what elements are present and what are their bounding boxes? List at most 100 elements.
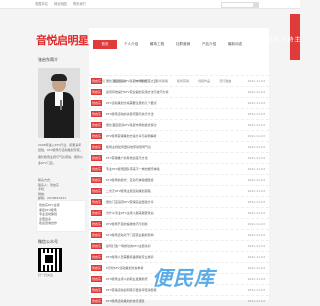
article-author-tag[interactable]: 张启东 [91, 287, 103, 293]
article-row[interactable]: 张启东 二次元KTV暖场主题活动策划思路 2021-11-03 [89, 185, 269, 196]
article-title[interactable]: 量化酒店培训KTV基层市场新模式探讨 [106, 123, 226, 127]
bookmark-link[interactable]: 收藏本站 [35, 1, 48, 6]
article-row[interactable]: 张启东 KTV暖场活动策划的常见误区 2021-11-03 [89, 295, 269, 306]
article-author-tag[interactable]: 张启东 [91, 254, 103, 260]
article-title[interactable]: KTV暖场活动的关键流程与执行方法 [106, 112, 226, 116]
article-date: 2021-11-03 [247, 288, 265, 292]
nav-home[interactable]: 首页 [93, 40, 117, 49]
article-author-tag[interactable]: 张启东 [91, 232, 103, 238]
article-author-tag[interactable]: 张启东 [91, 199, 103, 205]
nav-community[interactable]: 社群营销 [171, 40, 195, 49]
article-author-tag[interactable]: 张启东 [91, 243, 103, 249]
watermark: 便民库 [152, 266, 215, 290]
article-row[interactable]: 张启东 量化酒店培训KTV基层市场新模式探讨 2021-11-03 [89, 119, 269, 130]
article-author-tag[interactable]: 张启东 [91, 177, 103, 183]
article-title[interactable]: 为什么专业KTV主持人越来越受欢迎 [106, 211, 226, 215]
article-row[interactable]: 张启东 专业KTV暖场团队带来不一样的娱乐体验 2021-11-03 [89, 163, 269, 174]
bio-paragraph: 2008年进入KTV行业，积累多年经验，KTV暖场与活动策划专家。 [38, 143, 83, 153]
article-author-tag[interactable]: 张启东 [91, 265, 103, 271]
category-filters: 个人介绍 舞台表演 KTV暖场 暖场策略 暖场营销 视频作品 流行歌曲 [93, 67, 235, 83]
article-row[interactable]: 张启东 量化门店运营KTV营销实战经验分享 2021-11-03 [89, 196, 269, 207]
article-title[interactable]: KTV活动策划方案需要注意的几个要点 [106, 101, 226, 105]
article-row[interactable]: 张启东 如何有效提升KTV营业额的实用方法与技巧分析 2021-11-03 [89, 86, 269, 97]
article-date: 2021-11-03 [247, 123, 265, 127]
article-title[interactable]: KTV暖场活动对于门店营业额的影响 [106, 233, 226, 237]
article-row[interactable]: 张启东 KTV暖场营销策划方案分享与案例解析 2021-11-03 [89, 130, 269, 141]
article-date: 2021-11-03 [247, 79, 265, 83]
article-author-tag[interactable]: 张启东 [91, 276, 103, 282]
article-date: 2021-11-03 [247, 200, 265, 204]
site-logo[interactable]: 音悦启明星 [36, 32, 89, 48]
article-date: 2021-11-03 [247, 255, 265, 259]
article-row[interactable]: 张启东 量化酒店培训KTV基层市场的经营之道 2021-11-03 [89, 75, 269, 86]
article-title[interactable]: 专业KTV暖场团队带来不一样的娱乐体验 [106, 167, 226, 171]
article-date: 2021-11-03 [247, 101, 265, 105]
article-row[interactable]: 张启东 暖场主持如何更好地带动现场气氛 2021-11-03 [89, 141, 269, 152]
profile-photo [38, 68, 80, 138]
article-author-tag[interactable]: 张启东 [91, 89, 103, 95]
article-date: 2021-11-03 [247, 134, 265, 138]
search-input[interactable] [221, 2, 256, 8]
article-title[interactable]: 量化酒店培训KTV基层市场的经营之道 [106, 79, 226, 83]
article-title[interactable]: 暖场主持如何更好地带动现场气氛 [106, 145, 226, 149]
search-button[interactable] [253, 2, 259, 8]
article-date: 2021-11-03 [247, 145, 265, 149]
article-title[interactable]: 二次元KTV暖场主题活动策划思路 [106, 189, 226, 193]
article-author-tag[interactable]: 张启东 [91, 210, 103, 216]
article-author-tag[interactable]: 张启东 [91, 221, 103, 227]
qr-code [38, 248, 62, 272]
article-date: 2021-11-03 [247, 233, 265, 237]
article-author-tag[interactable]: 张启东 [91, 100, 103, 106]
article-row[interactable]: 张启东 KTV暖场活动对于门店营业额的影响 2021-11-03 [89, 229, 269, 240]
article-date: 2021-11-03 [247, 167, 265, 171]
article-author-tag[interactable]: 张启东 [91, 155, 103, 161]
article-author-tag[interactable]: 张启东 [91, 78, 103, 84]
article-title[interactable]: KTV暖场节目的编排技巧与创新 [106, 222, 226, 226]
article-date: 2021-11-03 [247, 156, 265, 160]
contact-info: 联系方式： 联系人：张启东 手机： 微信： 邮箱：2978450441 [38, 178, 84, 201]
article-row[interactable]: 张启东 KTV暖场新模式：互动与体验相结合 2021-11-03 [89, 174, 269, 185]
article-row[interactable]: 张启东 KTV活动策划方案需要注意的几个要点 2021-11-03 [89, 97, 269, 108]
article-date: 2021-11-03 [247, 266, 265, 270]
article-author-tag[interactable]: 张启东 [91, 144, 103, 150]
side-tag-char: 持 [286, 35, 293, 42]
main-nav: 首页 个人介绍 暖场工程 社群营销 产品介绍 最新动态 [89, 28, 269, 58]
article-row[interactable]: 张启东 KTV暖场活动的关键流程与执行方法 2021-11-03 [89, 108, 269, 119]
sitemap-link[interactable]: 网站地图 [54, 1, 67, 6]
nav-news[interactable]: 最新动态 [223, 40, 247, 49]
article-row[interactable]: 张启东 KTV暖场人员需要具备哪些专业素养 2021-11-03 [89, 251, 269, 262]
profile-heading: 张启东简介 [38, 57, 58, 62]
article-author-tag[interactable]: 张启东 [91, 188, 103, 194]
article-title[interactable]: 如何有效提升KTV营业额的实用方法与技巧分析 [106, 90, 226, 94]
article-author-tag[interactable]: 张启东 [91, 166, 103, 172]
nav-about[interactable]: 个人介绍 [119, 40, 143, 49]
promo-box: 张启东KTV主持 承接KTV暖场 专业活动策划 全国巡演 欢迎咨询合作 [36, 200, 86, 232]
article-row[interactable]: 张启东 如何打造一场成功的KTV主题派对 2021-11-03 [89, 240, 269, 251]
nav-warmup[interactable]: 暖场工程 [145, 40, 169, 49]
article-date: 2021-11-03 [247, 222, 265, 226]
article-author-tag[interactable]: 张启东 [91, 111, 103, 117]
article-title[interactable]: KTV暖场营销策划方案分享与案例解析 [106, 134, 226, 138]
article-title[interactable]: 如何打造一场成功的KTV主题派对 [106, 244, 226, 248]
article-row[interactable]: 张启东 为什么专业KTV主持人越来越受欢迎 2021-11-03 [89, 207, 269, 218]
article-title[interactable]: KTV暖场人员需要具备哪些专业素养 [106, 255, 226, 259]
contact-link[interactable]: 联系我们 [73, 1, 86, 6]
nav-products[interactable]: 产品介绍 [197, 40, 221, 49]
article-date: 2021-11-03 [247, 277, 265, 281]
article-row[interactable]: 张启东 KTV暖场节目的编排技巧与创新 2021-11-03 [89, 218, 269, 229]
article-title[interactable]: KTV营销推广的有效途径与方法 [106, 156, 226, 160]
side-tag-char: 主 [293, 35, 300, 42]
article-date: 2021-11-03 [247, 90, 265, 94]
article-author-tag[interactable]: 张启东 [91, 133, 103, 139]
article-date: 2021-11-03 [247, 178, 265, 182]
article-row[interactable]: 张启东 KTV营销推广的有效途径与方法 2021-11-03 [89, 152, 269, 163]
side-tag-char: 启 [272, 35, 279, 42]
article-title[interactable]: KTV暖场新模式：互动与体验相结合 [106, 178, 226, 182]
article-author-tag[interactable]: 张启东 [91, 298, 103, 304]
article-date: 2021-11-03 [247, 244, 265, 248]
side-host-tag[interactable]: 主 持 人 启 明 星 [258, 14, 300, 60]
article-title[interactable]: 量化门店运营KTV营销实战经验分享 [106, 200, 226, 204]
side-tag-char: 人 [279, 35, 286, 42]
article-date: 2021-11-03 [247, 189, 265, 193]
article-author-tag[interactable]: 张启东 [91, 122, 103, 128]
